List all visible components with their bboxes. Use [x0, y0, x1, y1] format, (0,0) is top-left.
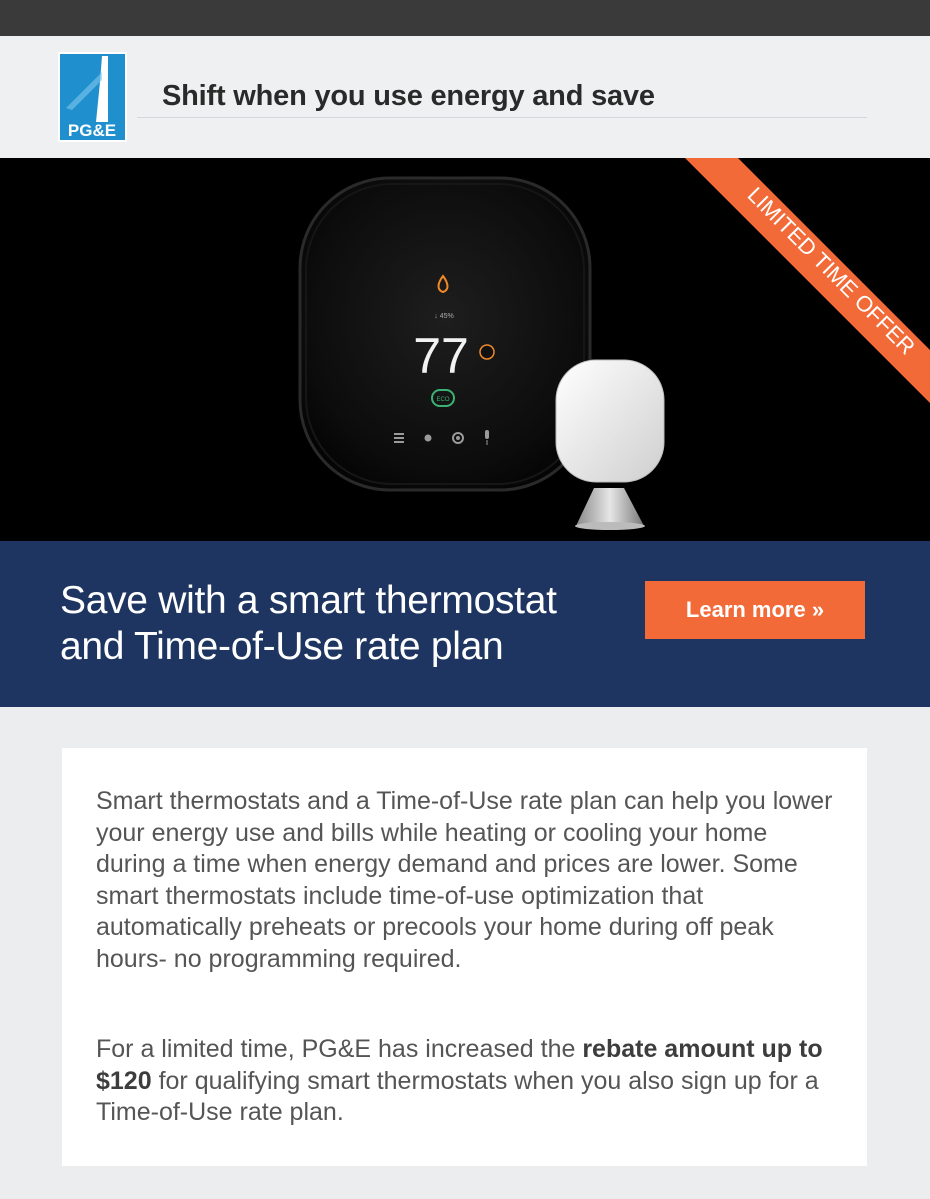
microphone-icon	[485, 430, 489, 439]
body-paragraph-2: For a limited time, PG&E has increased t…	[96, 1034, 836, 1129]
email-top-bar	[0, 0, 930, 36]
body-paragraph-1: Smart thermostats and a Time-of-Use rate…	[96, 787, 833, 973]
promo-title-line-2: and Time-of-Use rate plan	[60, 625, 504, 668]
dial-handle	[479, 344, 495, 360]
promo-title: Save with a smart thermostat and Time-of…	[60, 578, 620, 670]
menu-icon	[394, 433, 404, 435]
pge-logo-text: PG&E	[68, 121, 116, 140]
limited-time-offer-ribbon: LIMITED TIME OFFER	[685, 158, 930, 403]
hero-image[interactable]: ↓ 45% 77 ECO LIMITED TIME OFFER	[0, 158, 930, 541]
humidity-readout: ↓ 45%	[434, 313, 453, 320]
header-divider	[137, 117, 867, 118]
thermostat-device: ↓ 45% 77 ECO	[298, 176, 592, 492]
promo-title-line-1: Save with a smart thermostat	[60, 579, 557, 622]
svg-text:ECO: ECO	[436, 397, 449, 403]
learn-more-button[interactable]: Learn more »	[645, 581, 865, 639]
room-sensor-device	[555, 359, 665, 530]
ribbon-text: LIMITED TIME OFFER	[743, 182, 920, 359]
pge-logo: PG&E	[58, 52, 127, 142]
paragraph-2-prefix: For a limited time, PG&E has increased t…	[96, 1035, 583, 1063]
temperature-readout: 77	[413, 328, 469, 384]
weather-sun-icon	[424, 434, 432, 442]
email-headline: Shift when you use energy and save	[162, 80, 655, 112]
paragraph-2-suffix: for qualifying smart thermostats when yo…	[96, 1066, 819, 1127]
